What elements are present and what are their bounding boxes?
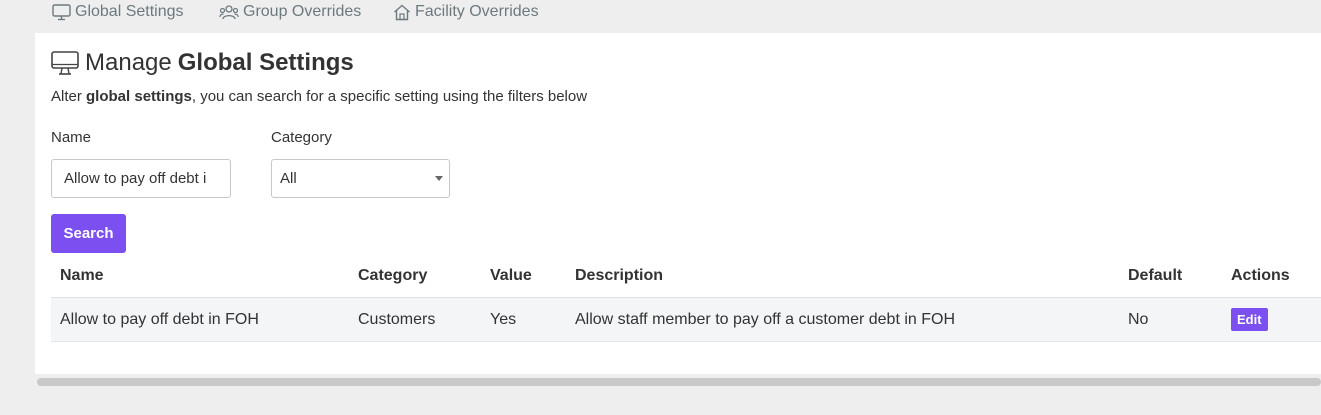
page-subtitle: Alter global settings, you can search fo… <box>51 88 587 105</box>
category-select[interactable]: All <box>271 159 450 198</box>
row-description: Allow staff member to pay off a customer… <box>575 310 956 328</box>
subtitle-bold: global settings <box>86 88 192 105</box>
header-default[interactable]: Default <box>1128 254 1182 297</box>
top-navigation: Global Settings Group Overrides Facility… <box>0 0 1321 30</box>
page-title-prefix: Manage <box>85 49 172 76</box>
row-category: Customers <box>358 310 436 328</box>
page-title: Manage Global Settings <box>51 49 354 77</box>
header-name[interactable]: Name <box>60 254 104 297</box>
category-select-value: All <box>280 170 297 187</box>
tab-facility-overrides-label: Facility Overrides <box>415 3 539 20</box>
caret-down-icon <box>435 176 443 181</box>
table-header: Name Category Value Description Default … <box>51 254 1321 298</box>
row-value: Yes <box>490 310 517 328</box>
settings-table: Name Category Value Description Default … <box>51 254 1321 342</box>
tab-facility-overrides[interactable]: Facility Overrides <box>393 3 539 21</box>
tab-global-settings[interactable]: Global Settings <box>52 3 184 21</box>
row-name: Allow to pay off debt in FOH <box>60 310 259 328</box>
header-description[interactable]: Description <box>575 254 663 297</box>
users-icon <box>219 4 239 19</box>
monitor-icon <box>51 50 79 75</box>
monitor-icon <box>52 3 71 20</box>
row-default: No <box>1128 310 1149 328</box>
subtitle-suffix: , you can search for a specific setting … <box>191 88 588 105</box>
name-filter-label: Name <box>51 129 92 146</box>
table-row: Allow to pay off debt in FOH Customers Y… <box>51 298 1321 342</box>
category-filter-label: Category <box>271 129 332 146</box>
edit-button[interactable]: Edit <box>1231 308 1268 331</box>
subtitle-prefix: Alter <box>51 88 87 105</box>
page-title-bold: Global Settings <box>177 49 354 76</box>
settings-panel: Manage Global Settings Alter global sett… <box>35 33 1321 374</box>
home-icon <box>394 4 410 20</box>
tab-group-overrides-label: Group Overrides <box>243 3 362 20</box>
header-actions: Actions <box>1231 266 1290 284</box>
tab-global-settings-label: Global Settings <box>75 3 184 20</box>
row-actions: Edit <box>1231 298 1268 341</box>
horizontal-scrollbar[interactable] <box>37 378 1321 386</box>
tab-group-overrides[interactable]: Group Overrides <box>219 3 361 21</box>
header-category[interactable]: Category <box>358 254 427 297</box>
name-filter-input[interactable] <box>51 159 231 198</box>
search-button[interactable]: Search <box>51 214 126 253</box>
header-value[interactable]: Value <box>490 254 532 297</box>
